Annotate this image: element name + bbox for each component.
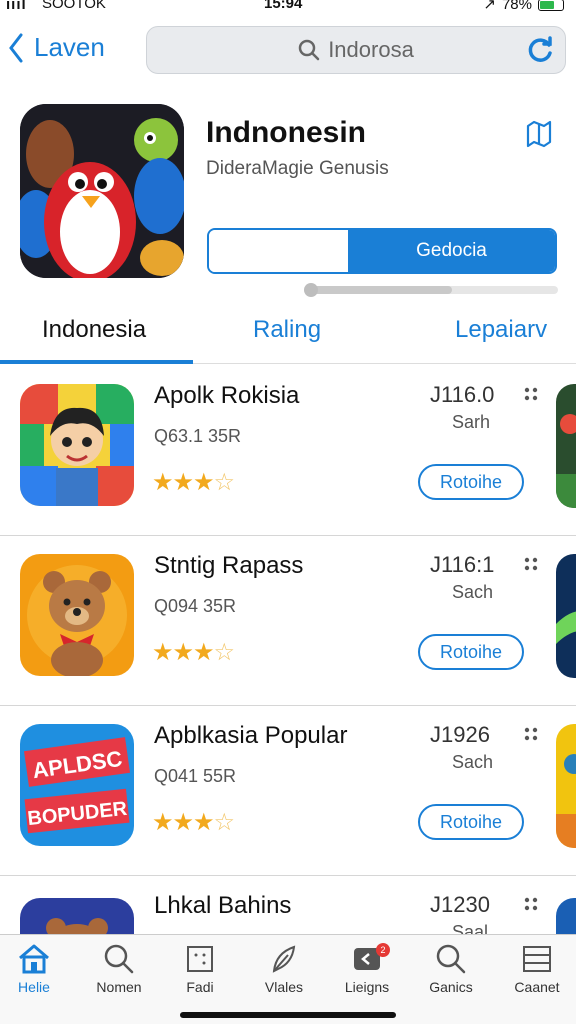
rating-stars: ★★★☆: [152, 639, 235, 666]
tab-strip: Indonesia Raling Lepaiarv: [0, 306, 576, 364]
tabbar-item-search-alt[interactable]: Ganics: [410, 943, 492, 995]
list-item[interactable]: Stntig Rapass Q094 35R ★★★☆ J116:1 Sach …: [0, 536, 576, 706]
app-price-sub: Sach: [452, 582, 494, 602]
notification-badge: 2: [376, 943, 390, 957]
app-name: Apolk Rokisia: [154, 382, 300, 409]
download-progress: [304, 283, 558, 297]
share-icon[interactable]: [524, 118, 554, 148]
signal-icon: ıııl: [6, 0, 27, 13]
install-button[interactable]: Rotoihe: [418, 464, 524, 500]
tab-underline: [0, 360, 193, 364]
tabbar-label: Fadi: [186, 979, 214, 995]
battery-percent: 78%: [501, 0, 532, 13]
home-indicator: [180, 1012, 396, 1018]
app-meta: Q63.1 35R: [154, 426, 242, 446]
app-name: Lhkal Bahins: [154, 892, 292, 919]
install-button[interactable]: Rotoihe: [418, 804, 524, 840]
more-icon[interactable]: [524, 556, 538, 576]
app-thumbnail: [20, 554, 134, 676]
more-icon[interactable]: [524, 386, 538, 406]
reload-icon[interactable]: [525, 35, 555, 65]
nav-bar: Laven Indorosa: [0, 24, 576, 78]
tabbar-label: Nomen: [96, 979, 142, 995]
tabbar-item-menu[interactable]: Caanet: [496, 943, 576, 995]
status-bar: ıııl SOOTOK 15:94 ↗ 78%: [0, 0, 576, 16]
progress-fill: [306, 286, 453, 294]
more-icon[interactable]: [524, 726, 538, 746]
tabbar-item-messages[interactable]: 2 Lieigns: [326, 943, 408, 995]
tabbar-item-feather[interactable]: Vlales: [243, 943, 325, 995]
tab-lepaiarv[interactable]: Lepaiarv: [455, 316, 547, 344]
get-button-group[interactable]: Gedocia: [207, 228, 557, 274]
back-button[interactable]: Laven: [8, 32, 105, 63]
tab-raling[interactable]: Raling: [253, 316, 321, 344]
tabbar-label: Caanet: [514, 979, 560, 995]
tabbar-label: Vlales: [264, 979, 304, 995]
app-name: Apblkasia Popular: [154, 722, 348, 749]
location-icon: ↗: [483, 0, 496, 13]
more-icon[interactable]: [524, 896, 538, 916]
app-meta: Q094 35R: [154, 596, 237, 616]
app-price: J116.0: [430, 382, 495, 407]
app-name: Stntig Rapass: [154, 552, 304, 579]
back-label: Laven: [34, 32, 105, 62]
search-text: Indorosa: [328, 37, 414, 62]
get-button[interactable]: Gedocia: [348, 230, 555, 272]
carrier-label: SOOTOK: [42, 0, 106, 12]
app-price: J1926: [430, 722, 490, 747]
bottom-tab-bar: Helie Nomen Fadi Vlales 2 Lieigns Ganics…: [0, 934, 576, 1024]
search-field[interactable]: Indorosa: [146, 26, 566, 74]
home-icon: [19, 944, 49, 974]
battery-icon: [538, 0, 564, 11]
app-title: Indnonesin: [206, 116, 366, 149]
install-button[interactable]: Rotoihe: [418, 634, 524, 670]
app-icon: [20, 104, 184, 278]
tabbar-item-search[interactable]: Nomen: [78, 943, 160, 995]
app-subtitle: DideraMagie Genusis: [206, 158, 389, 179]
next-app-peek[interactable]: [556, 554, 576, 678]
segment-empty[interactable]: [209, 230, 348, 272]
tabbar-label: Ganics: [429, 979, 473, 995]
rating-stars: ★★★☆: [152, 809, 235, 836]
feather-icon: [272, 945, 296, 973]
status-time: 15:94: [264, 0, 303, 12]
app-meta: Q041 55R: [154, 766, 237, 786]
search-icon: [436, 944, 466, 974]
next-app-peek[interactable]: [556, 384, 576, 508]
app-price-sub: Sach: [452, 752, 494, 772]
tabbar-item-grid[interactable]: Fadi: [159, 943, 241, 995]
app-thumbnail: [20, 384, 134, 506]
list-item[interactable]: Apolk Rokisia Q63.1 35R ★★★☆ J116.0 Sarh…: [0, 366, 576, 536]
tabbar-label: Helie: [18, 979, 50, 995]
app-price-sub: Sarh: [452, 412, 491, 432]
progress-knob[interactable]: [304, 283, 318, 297]
app-price: J1230: [430, 892, 490, 917]
tab-indonesia[interactable]: Indonesia: [42, 316, 146, 344]
rating-stars: ★★★☆: [152, 469, 235, 496]
app-price: J116:1: [430, 552, 495, 577]
tabbar-item-home[interactable]: Helie: [0, 943, 75, 995]
list-item[interactable]: APLDSC BOPUDER Apblkasia Popular Q041 55…: [0, 706, 576, 876]
tabbar-label: Lieigns: [344, 979, 390, 995]
chevron-left-icon: [9, 33, 23, 62]
search-icon: [104, 944, 134, 974]
menu-icon: [523, 946, 551, 972]
grid-icon: [187, 946, 213, 972]
app-thumbnail: APLDSC BOPUDER: [20, 724, 134, 846]
next-app-peek[interactable]: [556, 724, 576, 848]
search-icon: [298, 39, 320, 61]
